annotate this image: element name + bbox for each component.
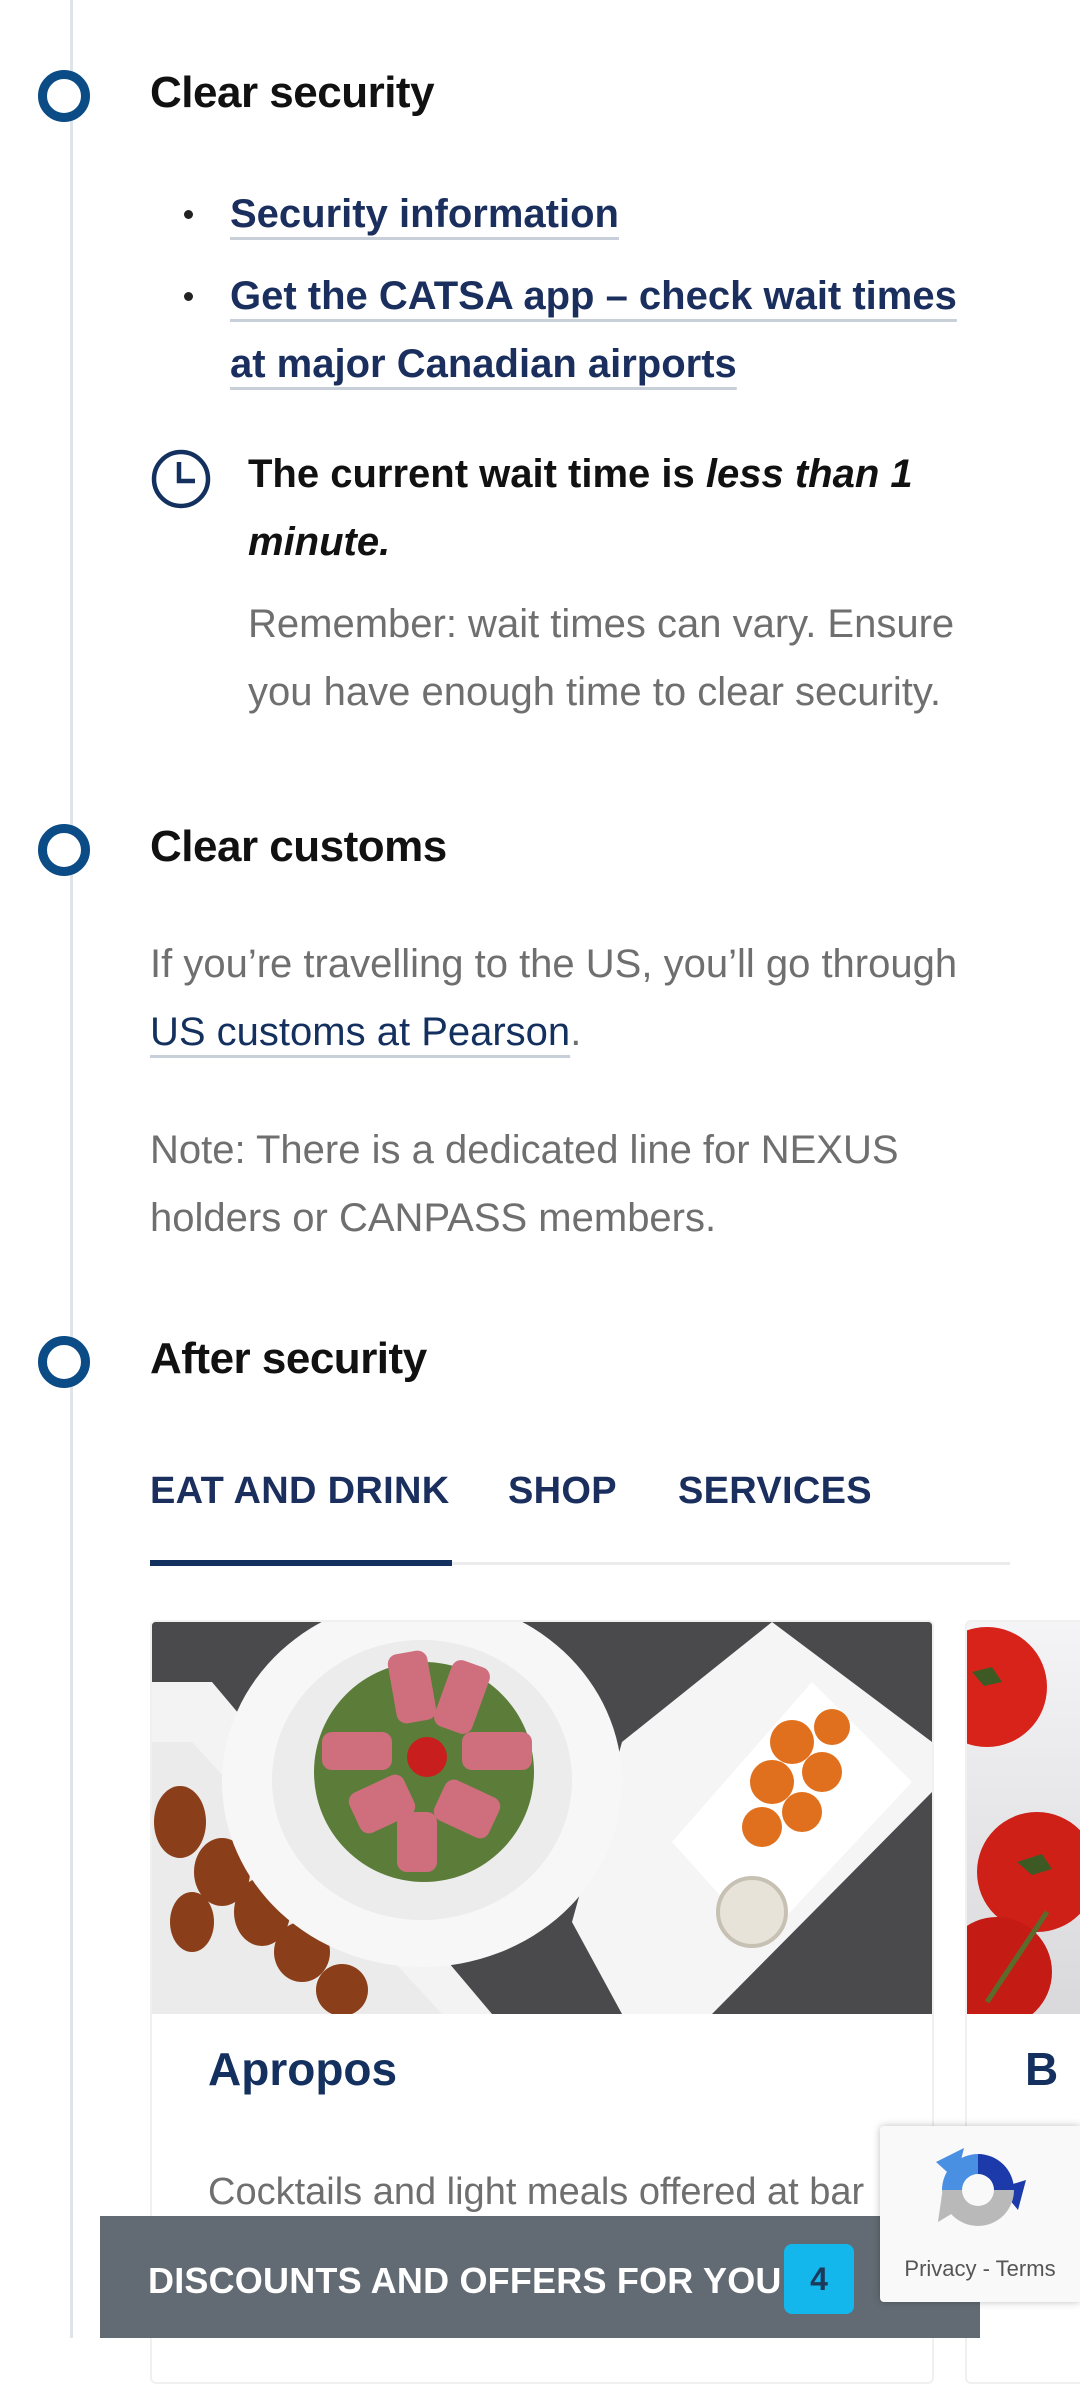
tab-shop[interactable]: SHOP	[508, 1470, 617, 1513]
timeline-step-marker	[38, 824, 90, 876]
list-item: Get the CATSA app – check wait times at …	[180, 262, 1000, 398]
tomatoes-illustration	[967, 1627, 1080, 2014]
recaptcha-icon	[936, 2148, 1026, 2226]
catsa-app-link[interactable]: Get the CATSA app – check wait times at …	[230, 274, 957, 386]
step-title-clear-security: Clear security	[150, 68, 435, 117]
clock-icon	[151, 449, 211, 509]
category-tabs: EAT AND DRINK SHOP SERVICES	[150, 1470, 1010, 1566]
recaptcha-badge[interactable]: Privacy - Terms	[880, 2126, 1080, 2302]
tab-eat-and-drink[interactable]: EAT AND DRINK	[150, 1470, 449, 1513]
offers-label: DISCOUNTS AND OFFERS FOR YOU	[148, 2260, 782, 2301]
wait-time-note: Remember: wait times can vary. Ensure yo…	[248, 602, 955, 714]
step-title-clear-customs: Clear customs	[150, 822, 447, 871]
active-tab-indicator	[150, 1560, 452, 1566]
venue-title[interactable]: Apropos	[208, 2042, 397, 2096]
customs-text: If you’re travelling to the US, you’ll g…	[150, 942, 958, 986]
tab-services[interactable]: SERVICES	[678, 1470, 872, 1513]
wait-time-prefix: The current wait time is	[248, 452, 706, 496]
timeline-line	[70, 0, 73, 2338]
timeline-step-marker	[38, 70, 90, 122]
timeline-step-marker	[38, 1336, 90, 1388]
food-photo-illustration	[152, 1622, 932, 2014]
venue-title[interactable]: B	[1025, 2042, 1058, 2096]
venue-description: Cocktails and light meals offered at bar	[208, 2171, 865, 2213]
customs-text-suffix: .	[570, 1010, 582, 1054]
offers-count-badge: 4	[784, 2244, 854, 2314]
recaptcha-privacy-terms-links[interactable]: Privacy - Terms	[880, 2256, 1080, 2282]
customs-paragraph: If you’re travelling to the US, you’ll g…	[150, 930, 1010, 1066]
security-information-link[interactable]: Security information	[230, 192, 619, 236]
step-title-after-security: After security	[150, 1334, 427, 1383]
customs-note: Note: There is a dedicated line for NEXU…	[150, 1128, 899, 1240]
list-item: Security information	[180, 180, 1000, 248]
tomatoes-photo	[967, 1622, 1080, 2014]
wait-time-text: The current wait time is less than 1 min…	[248, 440, 1008, 576]
us-customs-link[interactable]: US customs at Pearson	[150, 1010, 570, 1054]
security-links-list: Security information Get the CATSA app –…	[180, 180, 1000, 412]
food-platters-photo	[152, 1622, 932, 2014]
discounts-offers-bar[interactable]: DISCOUNTS AND OFFERS FOR YOU 4	[100, 2216, 980, 2338]
